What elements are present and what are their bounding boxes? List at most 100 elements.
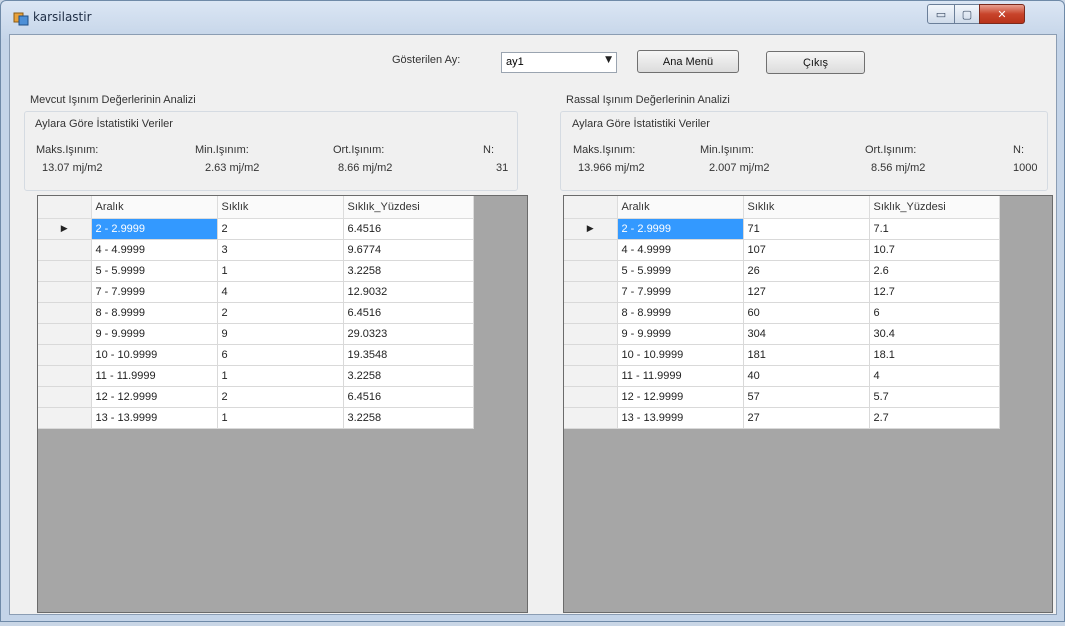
frequency-percent-cell[interactable]: 29.0323 (343, 323, 474, 345)
frequency-cell[interactable]: 9 (217, 323, 344, 345)
frequency-percent-cell[interactable]: 6.4516 (343, 302, 474, 324)
column-header-range[interactable]: Aralık (617, 196, 744, 219)
range-cell[interactable]: 5 - 5.9999 (91, 260, 218, 282)
column-header-frequency[interactable]: Sıklık (743, 196, 870, 219)
range-cell[interactable]: 2 - 2.9999 (617, 218, 744, 240)
table-row[interactable]: 9 - 9.9999 304 30.4 (564, 323, 1000, 345)
table-row[interactable]: 12 - 12.9999 2 6.4516 (38, 386, 474, 408)
row-header-cell[interactable]: ▶ (564, 218, 618, 240)
table-row[interactable]: 10 - 10.9999 181 18.1 (564, 344, 1000, 366)
current-data-grid[interactable]: Aralık Sıklık Sıklık_Yüzdesi ▶ 2 - 2.9999… (37, 195, 528, 613)
range-cell[interactable]: 4 - 4.9999 (617, 239, 744, 261)
row-header-cell[interactable] (38, 323, 92, 345)
title-bar[interactable]: karsilastir ▭ ▢ ✕ (1, 1, 1064, 35)
row-header-cell[interactable] (38, 239, 92, 261)
row-header-cell[interactable] (38, 302, 92, 324)
frequency-cell[interactable]: 3 (217, 239, 344, 261)
frequency-cell[interactable]: 127 (743, 281, 870, 303)
table-row[interactable]: 5 - 5.9999 1 3.2258 (38, 260, 474, 282)
row-header-cell[interactable] (38, 386, 92, 408)
frequency-percent-cell[interactable]: 7.1 (869, 218, 1000, 240)
frequency-cell[interactable]: 304 (743, 323, 870, 345)
row-header-cell[interactable] (564, 281, 618, 303)
row-header-cell[interactable] (564, 344, 618, 366)
range-cell[interactable]: 12 - 12.9999 (91, 386, 218, 408)
frequency-cell[interactable]: 107 (743, 239, 870, 261)
table-row[interactable]: 7 - 7.9999 4 12.9032 (38, 281, 474, 303)
frequency-percent-cell[interactable]: 12.9032 (343, 281, 474, 303)
row-header-cell[interactable] (38, 365, 92, 387)
row-header-cell[interactable] (38, 344, 92, 366)
frequency-percent-cell[interactable]: 3.2258 (343, 365, 474, 387)
row-header-cell[interactable] (38, 407, 92, 429)
row-header-cell[interactable] (564, 302, 618, 324)
row-header-cell[interactable] (564, 386, 618, 408)
month-select[interactable]: ay1 ▼ (501, 52, 617, 73)
main-menu-button[interactable]: Ana Menü (637, 50, 739, 73)
frequency-cell[interactable]: 181 (743, 344, 870, 366)
table-row[interactable]: 11 - 11.9999 1 3.2258 (38, 365, 474, 387)
frequency-percent-cell[interactable]: 12.7 (869, 281, 1000, 303)
frequency-cell[interactable]: 1 (217, 365, 344, 387)
range-cell[interactable]: 12 - 12.9999 (617, 386, 744, 408)
row-header-cell[interactable]: ▶ (38, 218, 92, 240)
frequency-percent-cell[interactable]: 18.1 (869, 344, 1000, 366)
table-row[interactable]: 4 - 4.9999 3 9.6774 (38, 239, 474, 261)
maximize-button[interactable]: ▢ (954, 4, 980, 24)
row-header-cell[interactable] (564, 323, 618, 345)
column-header-range[interactable]: Aralık (91, 196, 218, 219)
frequency-cell[interactable]: 6 (217, 344, 344, 366)
row-header-cell[interactable] (564, 239, 618, 261)
range-cell[interactable]: 4 - 4.9999 (91, 239, 218, 261)
table-row[interactable]: 12 - 12.9999 57 5.7 (564, 386, 1000, 408)
frequency-percent-cell[interactable]: 6.4516 (343, 218, 474, 240)
frequency-cell[interactable]: 1 (217, 407, 344, 429)
column-header-frequency[interactable]: Sıklık (217, 196, 344, 219)
frequency-cell[interactable]: 57 (743, 386, 870, 408)
table-row[interactable]: ▶ 2 - 2.9999 2 6.4516 (38, 218, 474, 240)
frequency-cell[interactable]: 1 (217, 260, 344, 282)
table-row[interactable]: 10 - 10.9999 6 19.3548 (38, 344, 474, 366)
range-cell[interactable]: 13 - 13.9999 (617, 407, 744, 429)
frequency-cell[interactable]: 26 (743, 260, 870, 282)
frequency-percent-cell[interactable]: 9.6774 (343, 239, 474, 261)
row-header-cell[interactable] (564, 260, 618, 282)
table-row[interactable]: 13 - 13.9999 1 3.2258 (38, 407, 474, 429)
exit-button[interactable]: Çıkış (766, 51, 865, 74)
range-cell[interactable]: 8 - 8.9999 (617, 302, 744, 324)
frequency-percent-cell[interactable]: 19.3548 (343, 344, 474, 366)
frequency-percent-cell[interactable]: 4 (869, 365, 1000, 387)
frequency-cell[interactable]: 2 (217, 302, 344, 324)
table-row[interactable]: 8 - 8.9999 2 6.4516 (38, 302, 474, 324)
table-row[interactable]: 9 - 9.9999 9 29.0323 (38, 323, 474, 345)
range-cell[interactable]: 13 - 13.9999 (91, 407, 218, 429)
minimize-button[interactable]: ▭ (927, 4, 955, 24)
table-row[interactable]: 8 - 8.9999 60 6 (564, 302, 1000, 324)
frequency-percent-cell[interactable]: 2.7 (869, 407, 1000, 429)
range-cell[interactable]: 7 - 7.9999 (91, 281, 218, 303)
column-header-frequency-percent[interactable]: Sıklık_Yüzdesi (869, 196, 1000, 219)
row-header-cell[interactable] (38, 281, 92, 303)
row-header-cell[interactable] (38, 260, 92, 282)
table-row[interactable]: 5 - 5.9999 26 2.6 (564, 260, 1000, 282)
frequency-cell[interactable]: 40 (743, 365, 870, 387)
range-cell[interactable]: 9 - 9.9999 (91, 323, 218, 345)
frequency-percent-cell[interactable]: 30.4 (869, 323, 1000, 345)
range-cell[interactable]: 8 - 8.9999 (91, 302, 218, 324)
table-row[interactable]: 4 - 4.9999 107 10.7 (564, 239, 1000, 261)
frequency-percent-cell[interactable]: 6 (869, 302, 1000, 324)
range-cell[interactable]: 5 - 5.9999 (617, 260, 744, 282)
table-row[interactable]: 7 - 7.9999 127 12.7 (564, 281, 1000, 303)
frequency-percent-cell[interactable]: 3.2258 (343, 260, 474, 282)
column-header-frequency-percent[interactable]: Sıklık_Yüzdesi (343, 196, 474, 219)
frequency-percent-cell[interactable]: 5.7 (869, 386, 1000, 408)
frequency-cell[interactable]: 2 (217, 386, 344, 408)
frequency-percent-cell[interactable]: 6.4516 (343, 386, 474, 408)
close-button[interactable]: ✕ (979, 4, 1025, 24)
table-row[interactable]: 11 - 11.9999 40 4 (564, 365, 1000, 387)
row-header-cell[interactable] (564, 365, 618, 387)
range-cell[interactable]: 11 - 11.9999 (91, 365, 218, 387)
frequency-percent-cell[interactable]: 10.7 (869, 239, 1000, 261)
range-cell[interactable]: 10 - 10.9999 (91, 344, 218, 366)
frequency-cell[interactable]: 27 (743, 407, 870, 429)
